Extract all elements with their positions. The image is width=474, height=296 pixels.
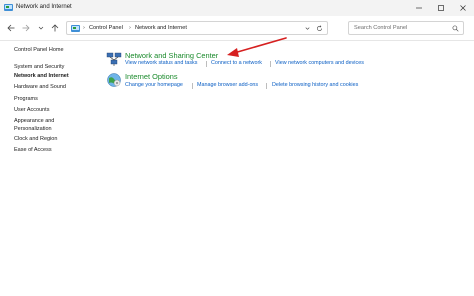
back-arrow-icon [7, 24, 15, 32]
network-sharing-icon [106, 52, 122, 66]
sidebar-item-hardware-and-sound[interactable]: Hardware and Sound [14, 84, 66, 91]
chevron-down-icon [38, 26, 44, 30]
window-title: Network and Internet [16, 4, 72, 10]
close-icon [460, 5, 466, 11]
network-and-sharing-center-link[interactable]: Network and Sharing Center [125, 51, 218, 60]
breadcrumb-chevron-icon: › [83, 25, 85, 31]
control-panel-app-icon [4, 4, 13, 11]
minimize-icon [416, 7, 422, 9]
address-dropdown-icon[interactable] [304, 25, 311, 32]
control-panel-window: Network and Internet › Control Panel › N… [0, 0, 474, 296]
recent-locations-button[interactable] [35, 22, 47, 34]
sidebar-item-personalization[interactable]: Personalization [14, 126, 52, 133]
search-icon [452, 25, 459, 32]
connect-to-network-link[interactable]: Connect to a network [211, 60, 262, 67]
manage-browser-addons-link[interactable]: Manage browser add-ons [197, 82, 258, 89]
task-divider [206, 61, 207, 67]
sidebar: Control Panel Home System and Security N… [0, 41, 92, 296]
internet-options-link[interactable]: Internet Options [125, 72, 178, 81]
sidebar-item-programs[interactable]: Programs [14, 96, 38, 103]
view-network-status-link[interactable]: View network status and tasks [125, 60, 197, 67]
maximize-icon [438, 5, 444, 11]
breadcrumb-chevron-icon: › [129, 25, 131, 31]
sidebar-item-network-and-internet: Network and Internet [14, 73, 69, 79]
change-homepage-link[interactable]: Change your homepage [125, 82, 183, 89]
sidebar-item-system-and-security[interactable]: System and Security [14, 64, 64, 71]
navigation-bar: › Control Panel › Network and Internet S… [0, 16, 474, 41]
close-button[interactable] [452, 0, 474, 16]
sidebar-item-user-accounts[interactable]: User Accounts [14, 107, 49, 114]
refresh-icon[interactable] [316, 25, 323, 32]
title-bar: Network and Internet [0, 0, 474, 16]
sidebar-item-control-panel-home[interactable]: Control Panel Home [14, 47, 64, 54]
task-divider [192, 83, 193, 89]
sidebar-item-appearance-and[interactable]: Appearance and [14, 118, 54, 125]
forward-arrow-icon [22, 24, 30, 32]
minimize-button[interactable] [408, 0, 430, 16]
breadcrumb-network-and-internet[interactable]: Network and Internet [135, 25, 187, 32]
search-input[interactable]: Search Control Panel [348, 21, 464, 35]
sidebar-item-ease-of-access[interactable]: Ease of Access [14, 147, 52, 154]
task-divider [270, 61, 271, 67]
up-arrow-icon [51, 24, 59, 32]
maximize-button[interactable] [430, 0, 452, 16]
sidebar-item-clock-and-region[interactable]: Clock and Region [14, 136, 57, 143]
breadcrumb-control-panel[interactable]: Control Panel [89, 25, 123, 32]
task-divider [266, 83, 267, 89]
control-panel-location-icon [71, 25, 80, 32]
search-placeholder: Search Control Panel [354, 25, 408, 31]
view-network-computers-link[interactable]: View network computers and devices [275, 60, 364, 67]
delete-browsing-history-link[interactable]: Delete browsing history and cookies [272, 82, 358, 89]
up-button[interactable] [49, 22, 61, 34]
address-bar[interactable]: › Control Panel › Network and Internet [66, 21, 328, 35]
internet-options-globe-icon [107, 73, 121, 87]
back-button[interactable] [5, 22, 17, 34]
forward-button[interactable] [20, 22, 32, 34]
